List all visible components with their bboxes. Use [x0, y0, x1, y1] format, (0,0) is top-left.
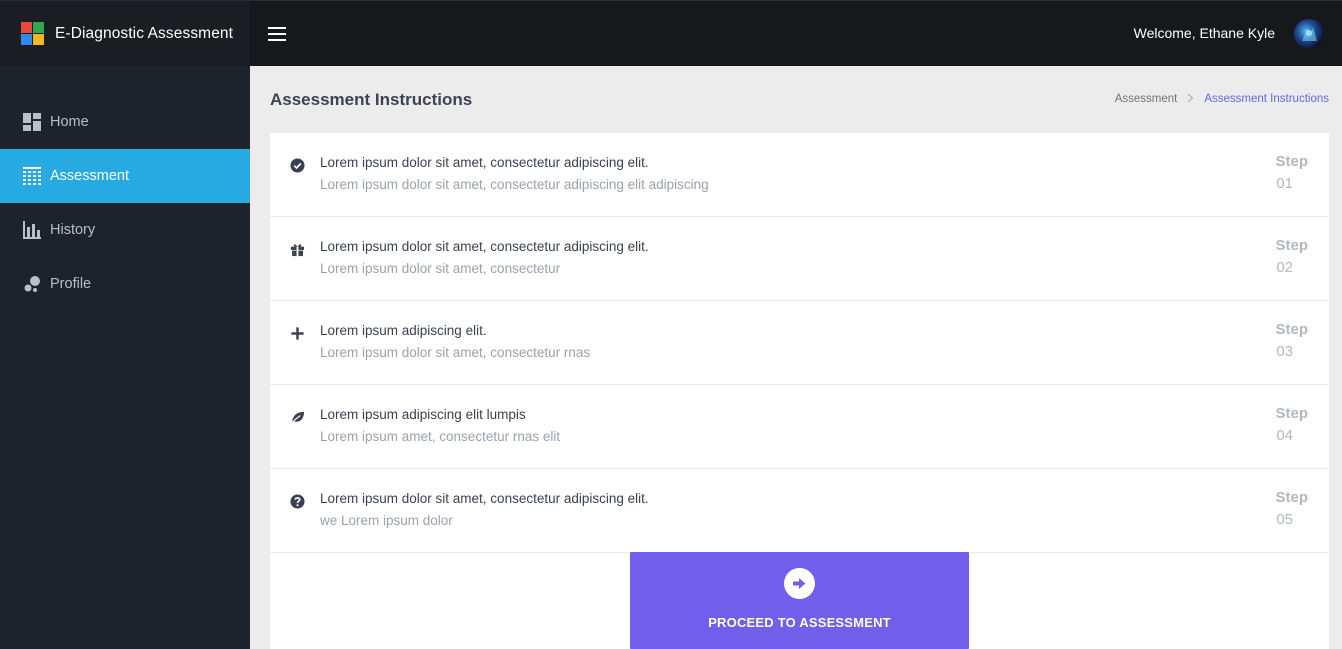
page-title: Assessment Instructions: [270, 90, 473, 109]
step-title: Lorem ipsum dolor sit amet, consectetur …: [320, 155, 649, 170]
table-icon: [23, 167, 41, 185]
sidebar-item-home[interactable]: Home: [0, 95, 250, 149]
proceed-to-assessment-button[interactable]: PROCEED TO ASSESSMENT: [630, 552, 969, 649]
leaf-icon: [289, 409, 305, 425]
step-item: Lorem ipsum adipiscing elit lumpis Lorem…: [270, 385, 1329, 469]
gift-icon: [289, 241, 305, 257]
step-number: 05: [1276, 511, 1293, 528]
avatar[interactable]: [1294, 19, 1324, 49]
step-number: 03: [1276, 343, 1293, 360]
plus-icon: [289, 325, 305, 341]
step-title: Lorem ipsum adipiscing elit lumpis: [320, 407, 526, 422]
step-subtitle: Lorem ipsum amet, consectetur rnas elit: [320, 429, 561, 444]
step-label: Step: [1275, 153, 1308, 170]
step-subtitle: Lorem ipsum dolor sit amet, consectetur …: [320, 345, 591, 360]
brand[interactable]: E-Diagnostic Assessment: [0, 0, 250, 66]
step-item: Lorem ipsum dolor sit amet, consectetur …: [270, 469, 1329, 553]
check-circle-icon: [289, 157, 305, 173]
chevron-right-icon: [1187, 92, 1194, 106]
step-title: Lorem ipsum dolor sit amet, consectetur …: [320, 239, 649, 254]
dashboard-icon: [23, 113, 41, 131]
step-item: Lorem ipsum adipiscing elit. Lorem ipsum…: [270, 301, 1329, 385]
step-number: 01: [1276, 175, 1293, 192]
step-label: Step: [1275, 321, 1308, 338]
breadcrumb: Assessment Assessment Instructions: [1115, 92, 1329, 106]
app-logo-icon: [21, 22, 44, 45]
arrow-right-circle-icon: [784, 568, 815, 599]
sidebar-item-assessment[interactable]: Assessment: [0, 149, 250, 203]
app-title: E-Diagnostic Assessment: [55, 24, 234, 42]
sidebar-item-history[interactable]: History: [0, 203, 250, 257]
sidebar-item-label: Profile: [50, 276, 92, 292]
sidebar-item-label: Home: [50, 114, 89, 130]
step-number: 02: [1276, 259, 1293, 276]
sidebar-item-label: Assessment: [50, 168, 129, 184]
step-title: Lorem ipsum dolor sit amet, consectetur …: [320, 491, 649, 506]
hamburger-icon[interactable]: [268, 27, 286, 41]
topbar: Welcome, Ethane Kyle: [250, 0, 1342, 66]
question-circle-icon: [289, 493, 305, 509]
step-number: 04: [1276, 427, 1293, 444]
sidebar-item-label: History: [50, 222, 96, 238]
app-root: E-Diagnostic Assessment Home Assessment …: [0, 0, 1342, 649]
welcome-text: Welcome, Ethane Kyle: [1133, 25, 1275, 41]
profile-bubbles-icon: [23, 275, 41, 293]
step-title: Lorem ipsum adipiscing elit.: [320, 323, 487, 338]
breadcrumb-item-current: Assessment Instructions: [1204, 93, 1329, 105]
instructions-card: Lorem ipsum dolor sit amet, consectetur …: [270, 133, 1329, 649]
sidebar-item-profile[interactable]: Profile: [0, 257, 250, 311]
step-label: Step: [1275, 489, 1308, 506]
sidebar: E-Diagnostic Assessment Home Assessment …: [0, 0, 250, 649]
step-subtitle: Lorem ipsum dolor sit amet, consectetur: [320, 261, 561, 276]
step-label: Step: [1275, 405, 1308, 422]
step-item: Lorem ipsum dolor sit amet, consectetur …: [270, 217, 1329, 301]
step-item: Lorem ipsum dolor sit amet, consectetur …: [270, 133, 1329, 217]
breadcrumb-item-assessment[interactable]: Assessment: [1115, 93, 1178, 105]
main-content: Assessment Instructions Assessment Asses…: [250, 66, 1342, 649]
proceed-button-label: PROCEED TO ASSESSMENT: [708, 615, 891, 630]
bar-chart-icon: [23, 221, 41, 239]
step-label: Step: [1275, 237, 1308, 254]
sidebar-nav: Home Assessment History Profile: [0, 95, 250, 311]
step-subtitle: we Lorem ipsum dolor: [320, 513, 453, 528]
step-subtitle: Lorem ipsum dolor sit amet, consectetur …: [320, 177, 709, 192]
